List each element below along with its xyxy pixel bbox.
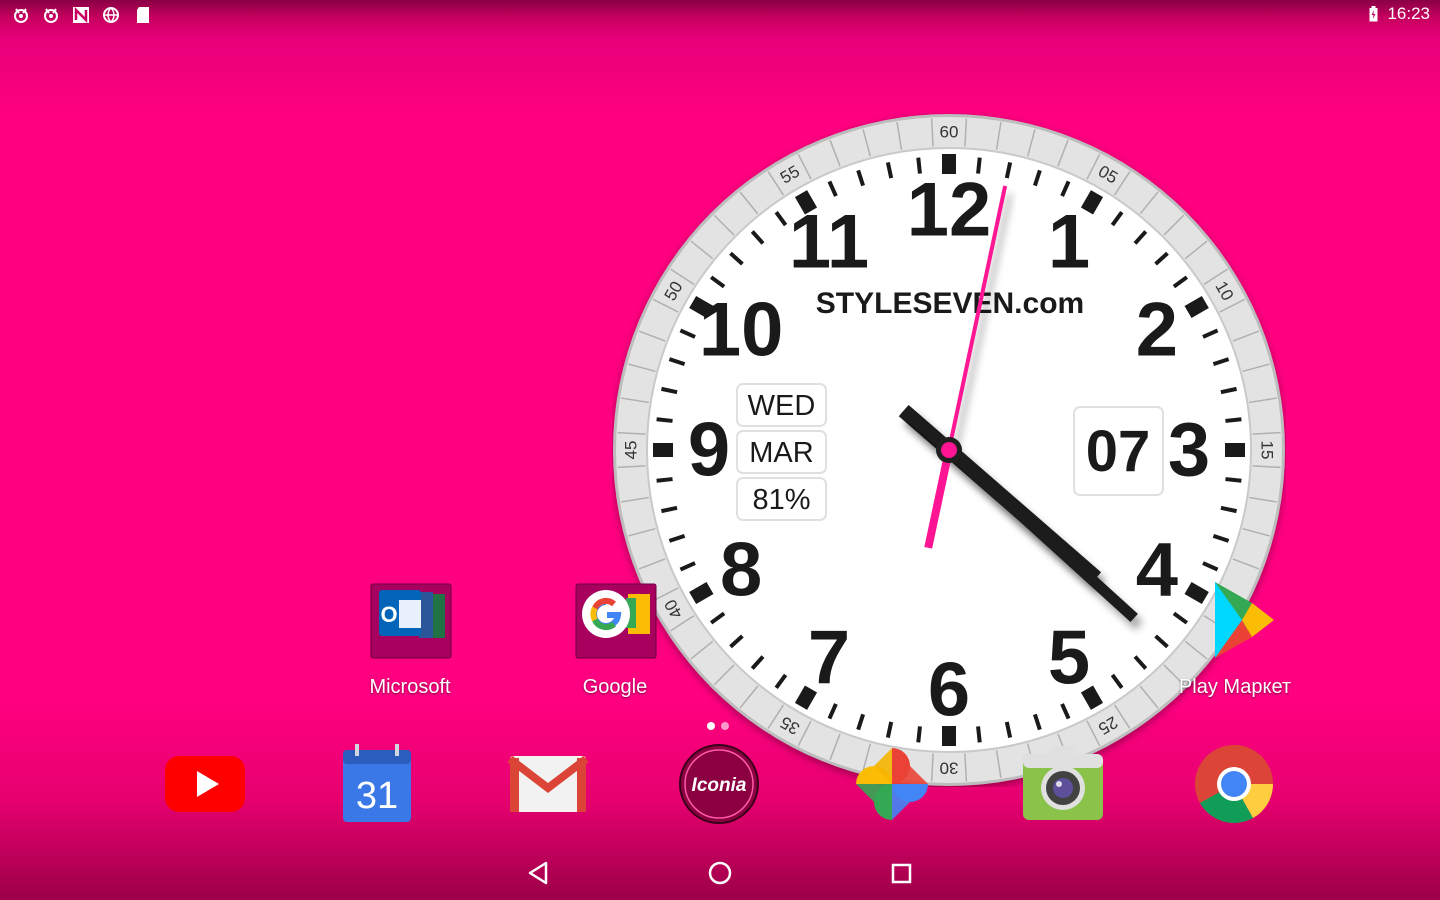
sd-card-icon	[137, 7, 149, 23]
globe-icon	[103, 7, 119, 23]
hour-numeral: 9	[688, 408, 730, 493]
navigation-bar	[0, 845, 1440, 900]
date-box-month: MAR	[736, 430, 827, 474]
iconia-icon[interactable]: Iconia	[677, 742, 761, 826]
n-icon	[73, 6, 89, 24]
calendar-date: 31	[356, 775, 398, 817]
date-box-weekday: WED	[736, 383, 827, 427]
clock-weekday: WED	[748, 390, 816, 422]
app-folder-google[interactable]: Google	[555, 580, 675, 699]
hour-numeral: 8	[720, 528, 762, 613]
bezel-minute-label: 45	[622, 441, 641, 460]
bezel-minute-label: 60	[940, 123, 959, 142]
minute-tick	[1225, 477, 1242, 483]
hour-tick	[1184, 295, 1209, 319]
recents-icon[interactable]	[872, 845, 932, 900]
photos-icon[interactable]	[850, 742, 934, 826]
minute-tick	[1225, 417, 1242, 423]
svg-text:O: O	[380, 602, 397, 627]
hour-numeral: 12	[907, 168, 992, 253]
status-time: 16:23	[1387, 4, 1430, 23]
bezel-minute-label: 15	[1258, 441, 1277, 460]
minute-tick	[916, 726, 922, 743]
hand-pivot	[941, 442, 957, 458]
hour-numeral: 3	[1168, 408, 1210, 493]
hour-numeral: 6	[928, 648, 970, 733]
hour-numeral: 10	[699, 288, 784, 373]
hour-numeral: 2	[1136, 288, 1178, 373]
date-box-day: 07	[1073, 406, 1164, 496]
clock-brand: STYLESEVEN.com	[816, 287, 1084, 320]
google-folder-icon	[575, 583, 657, 659]
app-label: Google	[582, 676, 648, 698]
chrome-icon[interactable]	[1192, 742, 1276, 826]
home-icon[interactable]	[690, 845, 750, 900]
back-icon[interactable]	[508, 845, 568, 900]
clock-month: MAR	[749, 437, 813, 469]
page-dot-active	[707, 722, 715, 730]
iconia-label: Iconia	[692, 775, 747, 796]
minute-tick	[656, 477, 673, 483]
clock-battery: 81%	[752, 484, 810, 516]
status-bar: 16:23	[0, 0, 1440, 30]
app-folder-microsoft[interactable]: O Microsoft	[350, 580, 470, 699]
hour-numeral: 11	[789, 200, 869, 285]
clock-day: 07	[1086, 419, 1151, 484]
hour-numeral: 1	[1048, 200, 1090, 285]
play-store-icon	[1215, 582, 1274, 658]
hour-numeral: 4	[1136, 528, 1178, 613]
app-notification-icon	[14, 8, 28, 23]
calendar-icon[interactable]: 31	[335, 742, 419, 826]
app-label: Play Маркет	[1178, 676, 1292, 698]
minute-tick	[976, 726, 982, 743]
camera-icon[interactable]	[1021, 742, 1105, 826]
date-box-battery: 81%	[736, 477, 827, 521]
hour-tick	[689, 581, 714, 605]
page-dot	[721, 722, 729, 730]
hour-numeral: 7	[808, 615, 850, 700]
bezel-minute-label: 30	[940, 759, 959, 778]
youtube-icon[interactable]	[163, 742, 247, 826]
minute-tick	[656, 417, 673, 423]
gmail-icon[interactable]	[506, 742, 590, 826]
microsoft-folder-icon: O	[370, 583, 452, 659]
app-notification-icon	[44, 8, 58, 23]
app-play-market[interactable]: Play Маркет	[1175, 580, 1295, 699]
hour-numeral: 5	[1048, 615, 1090, 700]
battery-charging-icon	[1369, 6, 1378, 22]
app-label: Microsoft	[369, 676, 451, 698]
